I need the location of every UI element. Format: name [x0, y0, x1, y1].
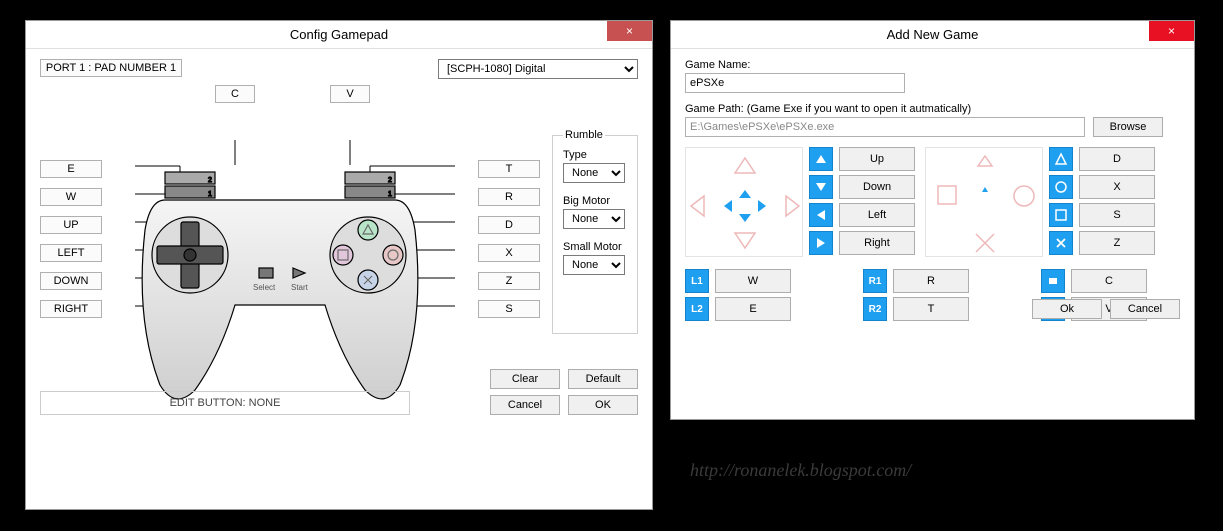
- arrow-down-icon[interactable]: [809, 175, 833, 199]
- ok-button[interactable]: OK: [568, 395, 638, 415]
- arrow-left-icon[interactable]: [809, 203, 833, 227]
- svg-text:2: 2: [208, 177, 212, 184]
- port-indicator[interactable]: PORT 1 : PAD NUMBER 1: [40, 59, 182, 77]
- arrow-up-icon[interactable]: [809, 147, 833, 171]
- window-title: Add New Game: [887, 27, 979, 42]
- arrow-right-icon[interactable]: [809, 231, 833, 255]
- close-button[interactable]: ×: [607, 21, 652, 41]
- select-label: Select: [253, 283, 276, 292]
- svg-text:1: 1: [208, 191, 212, 198]
- rumble-big-label: Big Motor: [563, 195, 627, 207]
- game-name-label: Game Name:: [685, 59, 1180, 71]
- map-down[interactable]: DOWN: [40, 272, 102, 290]
- triangle-icon[interactable]: [1049, 147, 1073, 171]
- rumble-type-label: Type: [563, 149, 627, 161]
- map-down[interactable]: Down: [839, 175, 915, 199]
- controller-type-select[interactable]: [SCPH-1080] Digital: [438, 59, 638, 79]
- game-path-input[interactable]: [685, 117, 1085, 137]
- r2-icon[interactable]: R2: [863, 297, 887, 321]
- map-right[interactable]: Right: [839, 231, 915, 255]
- select-icon[interactable]: [1041, 269, 1065, 293]
- map-r2[interactable]: T: [893, 297, 969, 321]
- default-button[interactable]: Default: [568, 369, 638, 389]
- map-left[interactable]: LEFT: [40, 244, 102, 262]
- close-button[interactable]: ×: [1149, 21, 1194, 41]
- dpad-preview: [685, 147, 803, 257]
- cancel-button[interactable]: Cancel: [1110, 299, 1180, 319]
- map-l2[interactable]: E: [715, 297, 791, 321]
- cross-icon[interactable]: [1049, 231, 1073, 255]
- clear-button[interactable]: Clear: [490, 369, 560, 389]
- map-square[interactable]: S: [1079, 203, 1155, 227]
- start-label: Start: [291, 283, 309, 292]
- edit-status: EDIT BUTTON: NONE: [40, 391, 410, 415]
- map-c[interactable]: C: [215, 85, 255, 103]
- svg-text:1: 1: [388, 191, 392, 198]
- map-up[interactable]: Up: [839, 147, 915, 171]
- map-select[interactable]: C: [1071, 269, 1147, 293]
- add-new-game-window: Add New Game × Game Name: Game Path: (Ga…: [670, 20, 1195, 420]
- window-title: Config Gamepad: [290, 27, 388, 42]
- map-triangle[interactable]: D: [1079, 147, 1155, 171]
- map-z[interactable]: Z: [478, 272, 540, 290]
- browse-button[interactable]: Browse: [1093, 117, 1163, 137]
- svg-text:2: 2: [388, 177, 392, 184]
- square-icon[interactable]: [1049, 203, 1073, 227]
- ok-button[interactable]: Ok: [1032, 299, 1102, 319]
- titlebar: Config Gamepad ×: [26, 21, 652, 49]
- l2-icon[interactable]: L2: [685, 297, 709, 321]
- rumble-small-label: Small Motor: [563, 241, 627, 253]
- config-gamepad-window: Config Gamepad × PORT 1 : PAD NUMBER 1 […: [25, 20, 653, 510]
- map-cross[interactable]: Z: [1079, 231, 1155, 255]
- map-d[interactable]: D: [478, 216, 540, 234]
- map-up[interactable]: UP: [40, 216, 102, 234]
- rumble-small-select[interactable]: None: [563, 255, 625, 275]
- game-name-input[interactable]: [685, 73, 905, 93]
- circle-icon[interactable]: [1049, 175, 1073, 199]
- map-circle[interactable]: X: [1079, 175, 1155, 199]
- cancel-button[interactable]: Cancel: [490, 395, 560, 415]
- map-w[interactable]: W: [40, 188, 102, 206]
- controller-diagram: C V E W UP LEFT DOWN RIGHT T R: [40, 85, 540, 415]
- rumble-legend: Rumble: [563, 129, 605, 141]
- map-left[interactable]: Left: [839, 203, 915, 227]
- map-l1[interactable]: W: [715, 269, 791, 293]
- face-preview: [925, 147, 1043, 257]
- rumble-big-select[interactable]: None: [563, 209, 625, 229]
- rumble-group: Rumble Type None Big Motor None Small Mo…: [552, 129, 638, 334]
- map-x[interactable]: X: [478, 244, 540, 262]
- game-path-label: Game Path: (Game Exe if you want to open…: [685, 103, 1180, 115]
- titlebar: Add New Game ×: [671, 21, 1194, 49]
- map-right[interactable]: RIGHT: [40, 300, 102, 318]
- map-t[interactable]: T: [478, 160, 540, 178]
- map-v[interactable]: V: [330, 85, 370, 103]
- r1-icon[interactable]: R1: [863, 269, 887, 293]
- map-r[interactable]: R: [478, 188, 540, 206]
- map-e[interactable]: E: [40, 160, 102, 178]
- map-s[interactable]: S: [478, 300, 540, 318]
- watermark-text: http://ronanelek.blogspot.com/: [690, 460, 911, 481]
- l1-icon[interactable]: L1: [685, 269, 709, 293]
- rumble-type-select[interactable]: None: [563, 163, 625, 183]
- map-r1[interactable]: R: [893, 269, 969, 293]
